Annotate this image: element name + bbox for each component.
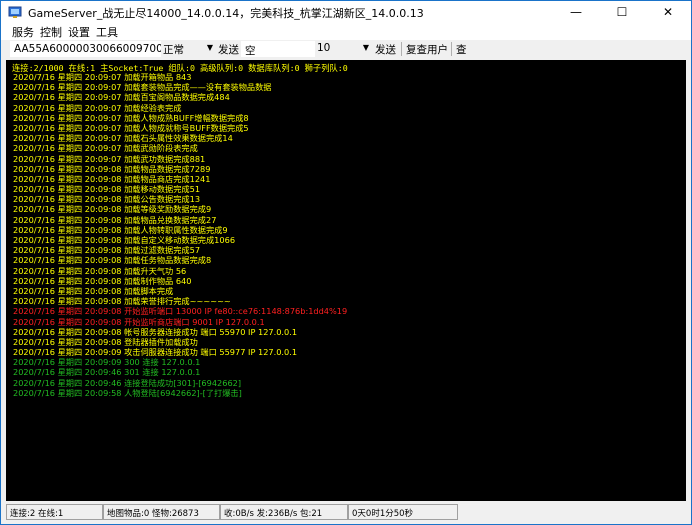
log-line: 2020/7/16 星期四 20:09:08 加载任务物品数据完成8: [13, 255, 212, 266]
log-line: 2020/7/16 星期四 20:09:07 加载开箱物品 843: [13, 72, 192, 82]
log-line: 2020/7/16 星期四 20:09:08 加载公告数据完成13: [13, 194, 201, 205]
close-button[interactable]: ✕: [645, 1, 691, 23]
send-button[interactable]: 发送: [216, 41, 241, 57]
menu-control[interactable]: 控制: [40, 24, 62, 40]
status-network: 收:0B/s 发:236B/s 包:21: [220, 504, 348, 520]
minimize-button[interactable]: —: [553, 1, 599, 23]
toolbar: AA55A6000003006600970008CFB 正常 ▼ 发送 空 10…: [1, 40, 691, 60]
log-line: 2020/7/16 星期四 20:09:08 加载制作物品 640: [13, 275, 192, 286]
menu-tools[interactable]: 工具: [96, 24, 118, 40]
count-combo-value: 10: [317, 42, 331, 54]
log-line: 2020/7/16 星期四 20:09:08 加载荣誉排行完成~~~~~~: [13, 296, 231, 307]
log-line: 2020/7/16 星期四 20:09:07 加载百宝阁物品数据完成484: [13, 92, 230, 103]
log-line: 2020/7/16 星期四 20:09:07 加载武功数据完成881: [13, 153, 206, 164]
count-combo[interactable]: 10 ▼: [315, 41, 371, 57]
menu-bar: 服务 控制 设置 工具: [1, 23, 691, 40]
log-line: 2020/7/16 星期四 20:09:08 加载人物转职属性数据完成9: [13, 224, 228, 235]
log-line: 2020/7/16 星期四 20:09:08 开始监听商店端口 9001 IP …: [13, 316, 265, 327]
status-connections: 连接:2 在线:1: [6, 504, 103, 520]
toolbar-separator: [401, 42, 402, 56]
log-list: 2020/7/16 星期四 20:09:07 加载开箱物品 843 2020/7/…: [13, 72, 347, 398]
app-window: GameServer_战无止尽14000_14.0.0.14，完美科技_杭掌江湖…: [0, 0, 692, 525]
menu-service[interactable]: 服务: [12, 24, 34, 40]
maximize-button[interactable]: ☐: [599, 1, 645, 23]
mode-combo[interactable]: 正常 ▼: [161, 41, 215, 57]
log-line: 2020/7/16 星期四 20:09:08 加载移动数据完成51: [13, 184, 201, 195]
packet-id-field[interactable]: AA55A6000003006600970008CFB: [10, 41, 162, 57]
chevron-down-icon: ▼: [206, 43, 213, 52]
chevron-down-icon: ▼: [362, 43, 369, 52]
log-line: 2020/7/16 星期四 20:09:07 加载人物成熟BUFF增幅数据完成8: [13, 112, 249, 123]
log-line: 2020/7/16 星期四 20:09:09 攻击伺服器连接成功 端口 5597…: [13, 347, 298, 358]
status-bar: 连接:2 在线:1 地图物品:0 怪物:26873 收:0B/s 发:236B/…: [6, 504, 686, 520]
log-line: 2020/7/16 星期四 20:09:08 加载脚本完成: [13, 285, 174, 296]
log-line: 2020/7/16 星期四 20:09:46 连接登陆成功[301]-[6942…: [13, 377, 242, 388]
log-line: 2020/7/16 星期四 20:09:08 开始监听端口 13000 IP f…: [13, 306, 348, 317]
status-uptime: 0天0时1分50秒: [348, 504, 458, 520]
app-icon: [8, 6, 22, 18]
status-map-items: 地图物品:0 怪物:26873: [103, 504, 220, 520]
log-line: 2020/7/16 星期四 20:09:08 加载等级奖励数据完成9: [13, 204, 212, 215]
log-line: 2020/7/16 星期四 20:09:08 加载升天气功 56: [13, 265, 187, 276]
log-line: 2020/7/16 星期四 20:09:07 加载人物成就称号BUFF数据完成5: [13, 122, 249, 133]
log-line: 2020/7/16 星期四 20:09:09 300 连接 127.0.0.1: [13, 357, 201, 368]
log-line: 2020/7/16 星期四 20:09:08 加载物品兑换数据完成27: [13, 214, 217, 225]
log-line: 2020/7/16 星期四 20:09:08 加载物品数据完成7289: [13, 163, 211, 174]
log-line: 2020/7/16 星期四 20:09:46 301 连接 127.0.0.1: [13, 367, 201, 378]
query-button[interactable]: 查: [454, 41, 469, 57]
message-field[interactable]: 空: [241, 41, 315, 57]
log-line: 2020/7/16 星期四 20:09:58 人物登陆[6942662]-[了打…: [13, 387, 242, 398]
send-button-2[interactable]: 发送: [373, 41, 398, 57]
log-console[interactable]: 连接:2/1000 在线:1 主Socket:True 组队:0 高级队列:0 …: [6, 60, 686, 501]
log-line: 2020/7/16 星期四 20:09:07 加载石头属性效果数据完成14: [13, 133, 233, 144]
log-line: 2020/7/16 星期四 20:09:08 登陆器插件加载成功: [13, 336, 198, 347]
log-line: 2020/7/16 星期四 20:09:08 帐号服务器连接成功 端口 5597…: [13, 326, 298, 337]
mode-combo-value: 正常: [163, 44, 184, 56]
log-line: 2020/7/16 星期四 20:09:07 加载套装物品完成——没有套装物品数…: [13, 82, 272, 93]
log-line: 2020/7/16 星期四 20:09:08 加载自定义移动数据完成1066: [13, 235, 236, 245]
window-title: GameServer_战无止尽14000_14.0.0.14，完美科技_杭掌江湖…: [28, 7, 424, 20]
log-line: 2020/7/16 星期四 20:09:08 加载物品商店完成1241: [13, 173, 211, 184]
copy-user-button[interactable]: 复查用户: [404, 41, 450, 57]
toolbar-separator: [451, 42, 452, 56]
menu-settings[interactable]: 设置: [68, 24, 90, 40]
title-bar[interactable]: GameServer_战无止尽14000_14.0.0.14，完美科技_杭掌江湖…: [1, 1, 691, 23]
log-line: 2020/7/16 星期四 20:09:07 加载武勋阶段表完成: [13, 143, 198, 154]
log-line: 2020/7/16 星期四 20:09:07 加载经验表完成: [13, 102, 182, 113]
log-line: 2020/7/16 星期四 20:09:08 加载过滤数据完成57: [13, 245, 201, 256]
